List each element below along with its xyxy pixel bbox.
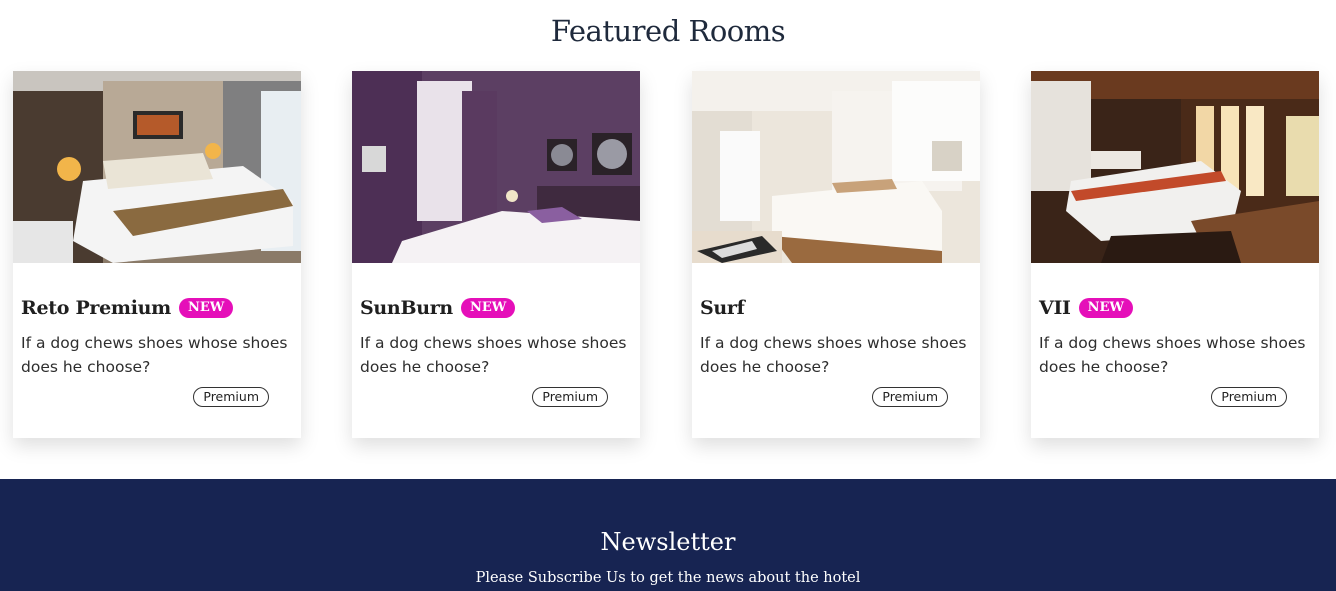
room-title-row: VII NEW xyxy=(1039,297,1134,319)
room-name: Surf xyxy=(700,297,745,319)
new-badge: NEW xyxy=(1078,298,1134,318)
room-category-tag[interactable]: Premium xyxy=(532,387,608,407)
room-card-list: Reto Premium NEW If a dog chews shoes wh… xyxy=(0,71,1336,441)
room-description: If a dog chews shoes whose shoes does he… xyxy=(1039,334,1306,376)
newsletter-section: Newsletter Please Subscribe Us to get th… xyxy=(0,479,1336,591)
room-photo-vii xyxy=(1031,71,1319,263)
room-title-row: Surf xyxy=(700,297,745,319)
newsletter-subtitle: Please Subscribe Us to get the news abou… xyxy=(475,570,861,586)
room-photo-surf xyxy=(692,71,980,263)
room-name: VII xyxy=(1039,297,1071,319)
room-description: If a dog chews shoes whose shoes does he… xyxy=(21,334,288,376)
room-photo-sunburn xyxy=(352,71,640,263)
room-card[interactable]: SunBurn NEW If a dog chews shoes whose s… xyxy=(352,71,640,438)
room-photo-reto-premium xyxy=(13,71,301,263)
room-category-tag[interactable]: Premium xyxy=(872,387,948,407)
room-category-tag[interactable]: Premium xyxy=(1211,387,1287,407)
new-badge: NEW xyxy=(178,298,234,318)
room-name: Reto Premium xyxy=(21,297,171,319)
room-title-row: SunBurn NEW xyxy=(360,297,516,319)
room-description: If a dog chews shoes whose shoes does he… xyxy=(360,334,627,376)
room-description: If a dog chews shoes whose shoes does he… xyxy=(700,334,967,376)
room-card[interactable]: Reto Premium NEW If a dog chews shoes wh… xyxy=(13,71,301,438)
room-card[interactable]: VII NEW If a dog chews shoes whose shoes… xyxy=(1031,71,1319,438)
room-card[interactable]: Surf If a dog chews shoes whose shoes do… xyxy=(692,71,980,438)
featured-rooms-title: Featured Rooms xyxy=(550,14,786,48)
new-badge: NEW xyxy=(460,298,516,318)
room-name: SunBurn xyxy=(360,297,453,319)
room-category-tag[interactable]: Premium xyxy=(193,387,269,407)
newsletter-title: Newsletter xyxy=(600,528,736,556)
room-title-row: Reto Premium NEW xyxy=(21,297,234,319)
